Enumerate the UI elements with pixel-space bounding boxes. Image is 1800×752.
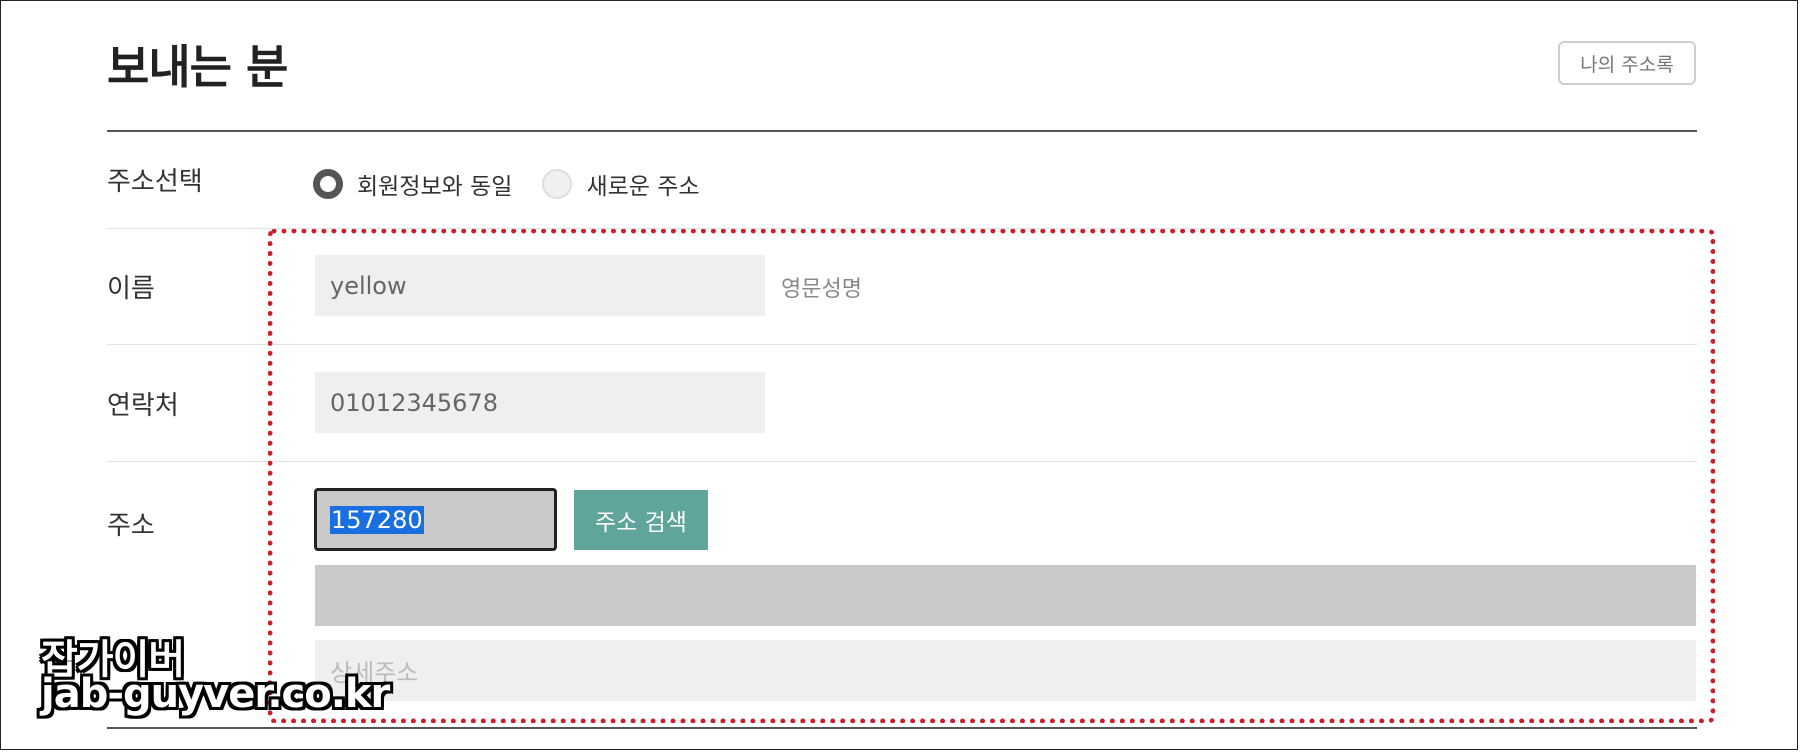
row-divider [107, 461, 1697, 462]
my-address-book-button[interactable]: 나의 주소록 [1558, 41, 1696, 85]
name-hint: 영문성명 [781, 277, 862, 302]
zipcode-selected-text: 157280 [330, 505, 424, 534]
radio-new-address[interactable]: 새로운 주소 [542, 167, 700, 201]
radio-same-as-member[interactable]: 회원정보와 동일 [313, 167, 512, 201]
radio-label-new-address: 새로운 주소 [586, 174, 700, 200]
address-line1-input[interactable] [315, 565, 1696, 626]
radio-checked-icon[interactable] [313, 169, 343, 199]
watermark-url: jab-guyver.co.kr [41, 671, 390, 717]
page-title: 보내는 분 [107, 40, 288, 94]
address-search-button[interactable]: 주소 검색 [574, 490, 708, 550]
address-select-radio-group: 회원정보와 동일 새로운 주소 [313, 167, 730, 201]
address-select-label: 주소선택 [107, 167, 203, 197]
row-divider [107, 228, 1697, 229]
row-divider [107, 344, 1697, 345]
phone-label: 연락처 [107, 391, 179, 421]
address-label: 주소 [107, 511, 155, 541]
zipcode-input[interactable]: 157280 [314, 488, 557, 551]
footer-divider [107, 727, 1697, 729]
name-input[interactable]: yellow [315, 255, 765, 316]
name-label: 이름 [107, 274, 155, 304]
header-divider [107, 130, 1697, 132]
page-frame: 보내는 분 나의 주소록 주소선택 회원정보와 동일 새로운 주소 이름 yel… [0, 0, 1798, 750]
radio-unchecked-icon[interactable] [542, 169, 573, 199]
radio-label-same-as-member: 회원정보와 동일 [357, 174, 513, 200]
detail-address-input[interactable]: 상세주소 [315, 640, 1696, 701]
phone-input[interactable]: 01012345678 [315, 372, 765, 433]
